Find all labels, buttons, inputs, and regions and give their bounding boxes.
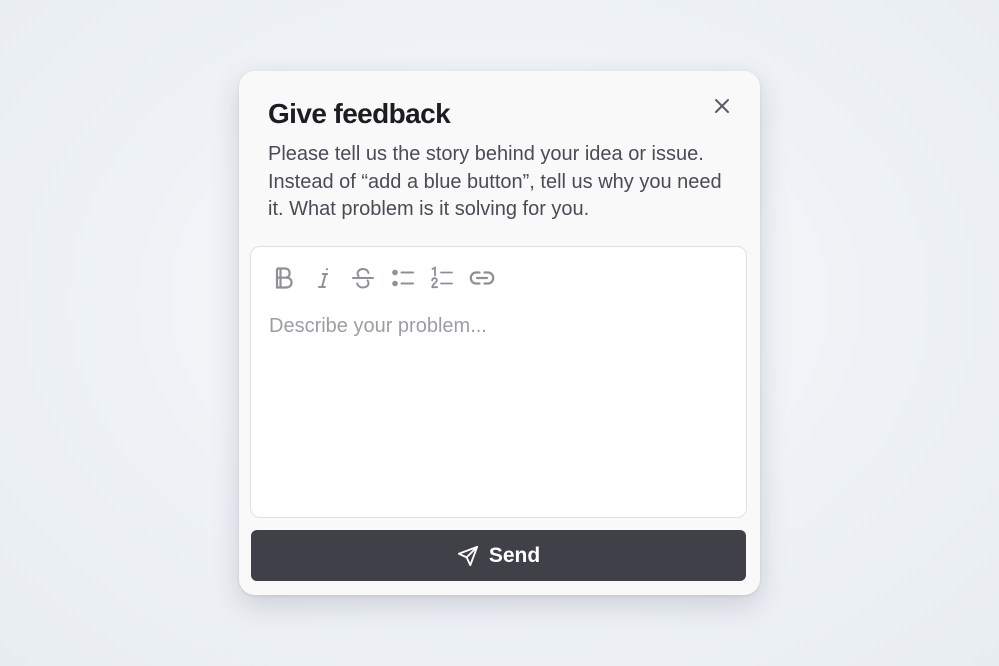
bold-button[interactable] xyxy=(269,263,299,293)
italic-icon xyxy=(312,265,336,291)
send-button[interactable]: Send xyxy=(251,530,746,581)
send-icon xyxy=(457,545,479,567)
bullet-list-icon xyxy=(390,265,416,291)
send-button-label: Send xyxy=(488,543,541,567)
feedback-dialog: Give feedback Please tell us the story b… xyxy=(239,71,760,595)
link-icon xyxy=(468,265,496,291)
link-button[interactable] xyxy=(467,263,497,293)
numbered-list-button[interactable] xyxy=(427,263,457,293)
dialog-description: Please tell us the story behind your ide… xyxy=(268,143,722,220)
numbered-list-icon xyxy=(429,265,455,291)
strikethrough-icon xyxy=(350,265,376,291)
bullet-list-button[interactable] xyxy=(388,263,418,293)
feedback-textarea[interactable] xyxy=(269,313,724,493)
close-icon xyxy=(714,98,730,119)
italic-button[interactable] xyxy=(309,263,339,293)
dialog-title: Give feedback xyxy=(268,98,451,129)
strikethrough-button[interactable] xyxy=(348,263,378,293)
editor-toolbar xyxy=(269,263,506,293)
close-button[interactable] xyxy=(710,96,734,120)
feedback-editor xyxy=(250,246,747,518)
bold-icon xyxy=(271,265,297,291)
